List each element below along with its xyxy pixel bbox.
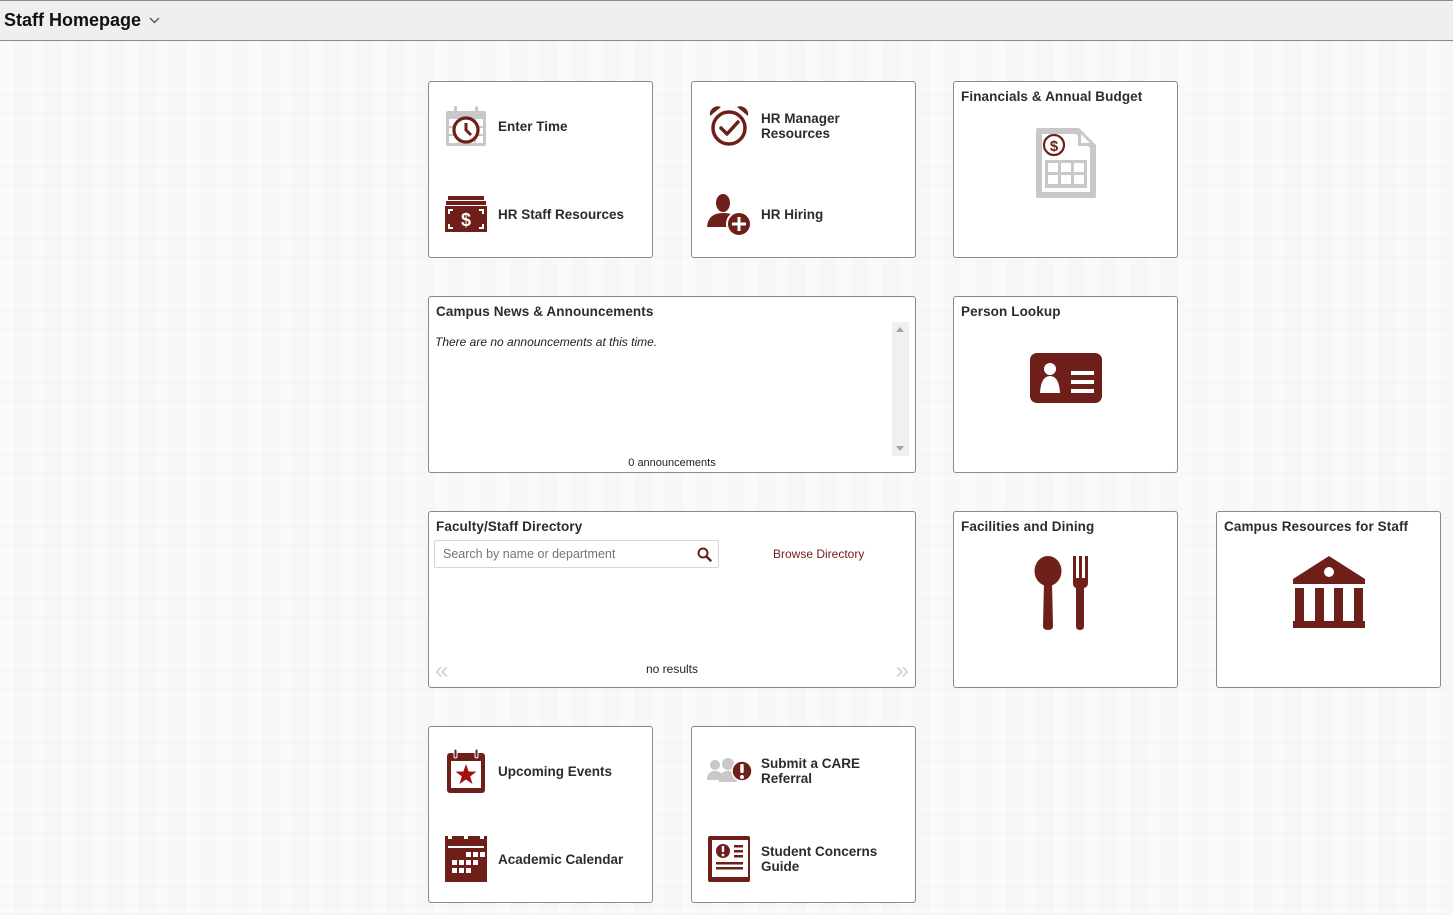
calendar-grid-icon xyxy=(443,836,489,882)
announcements-scrollbar[interactable] xyxy=(892,322,909,456)
link-label: Submit a CARE Referral xyxy=(761,756,861,786)
tile-title: Faculty/Staff Directory xyxy=(436,519,583,534)
tile-title: Campus Resources for Staff xyxy=(1224,519,1409,534)
announcements-empty-message: There are no announcements at this time. xyxy=(435,335,658,349)
link-label: HR Hiring xyxy=(761,206,824,222)
calendar-clock-icon xyxy=(443,103,489,149)
tile-facilities-dining[interactable]: Facilities and Dining xyxy=(953,511,1178,688)
link-hr-staff-resources[interactable]: $ HR Staff Resources xyxy=(443,191,624,237)
tile-events: Upcoming Events Academic Calendar xyxy=(428,726,653,903)
user-add-icon xyxy=(706,191,752,237)
tile-person-lookup[interactable]: Person Lookup xyxy=(953,296,1178,473)
tile-campus-resources-staff[interactable]: Campus Resources for Staff xyxy=(1216,511,1441,688)
tile-title: Financials & Annual Budget xyxy=(961,89,1143,104)
tile-time-hr: Enter Time $ HR Staff Resources xyxy=(428,81,653,258)
link-label: Upcoming Events xyxy=(498,763,613,779)
utensils-icon xyxy=(954,556,1177,630)
scroll-down-icon[interactable] xyxy=(896,446,904,451)
svg-text:$: $ xyxy=(461,210,471,230)
directory-search xyxy=(434,540,719,568)
chevron-down-icon xyxy=(149,17,160,24)
link-label: Student Concerns Guide xyxy=(761,844,878,874)
tile-campus-news: Campus News & Announcements There are no… xyxy=(428,296,916,473)
link-label: HR Staff Resources xyxy=(498,206,625,222)
svg-text:$: $ xyxy=(1049,138,1058,155)
scroll-up-icon[interactable] xyxy=(896,327,904,332)
link-student-concerns-guide[interactable]: Student Concerns Guide xyxy=(706,836,881,882)
link-enter-time[interactable]: Enter Time xyxy=(443,103,568,149)
id-card-icon xyxy=(954,353,1177,403)
money-stack-icon: $ xyxy=(443,191,489,237)
page-header: Staff Homepage xyxy=(0,0,1453,41)
group-alert-icon xyxy=(706,748,752,794)
alert-document-icon xyxy=(706,836,752,882)
next-page-button[interactable]: » xyxy=(896,659,909,683)
directory-results-status: no results xyxy=(645,662,699,676)
tile-financials[interactable]: Financials & Annual Budget $ xyxy=(953,81,1178,258)
tile-title: Campus News & Announcements xyxy=(436,304,654,319)
homepage-selector[interactable]: Staff Homepage xyxy=(4,10,160,31)
link-label: Enter Time xyxy=(498,118,568,134)
calendar-star-icon xyxy=(443,748,489,794)
link-academic-calendar[interactable]: Academic Calendar xyxy=(443,836,623,882)
link-upcoming-events[interactable]: Upcoming Events xyxy=(443,748,612,794)
directory-search-input[interactable] xyxy=(435,541,690,567)
link-hr-manager-resources[interactable]: HR Manager Resources xyxy=(706,103,871,149)
page-title: Staff Homepage xyxy=(4,10,142,30)
link-hr-hiring[interactable]: HR Hiring xyxy=(706,191,823,237)
browse-directory-link[interactable]: Browse Directory xyxy=(773,547,864,561)
alarm-check-icon xyxy=(706,103,752,149)
tile-title: Facilities and Dining xyxy=(961,519,1095,534)
link-submit-care-referral[interactable]: Submit a CARE Referral xyxy=(706,748,871,794)
institution-icon xyxy=(1217,556,1440,630)
tile-faculty-staff-directory: Faculty/Staff Directory Browse Directory… xyxy=(428,511,916,688)
link-label: Academic Calendar xyxy=(498,851,624,867)
link-label: HR Manager Resources xyxy=(761,111,840,141)
tile-hr-manager: HR Manager Resources HR Hiring xyxy=(691,81,916,258)
tile-care: Submit a CARE Referral Student Concerns … xyxy=(691,726,916,903)
announcements-count: 0 announcements xyxy=(628,457,716,469)
budget-document-icon: $ xyxy=(954,126,1177,200)
search-icon[interactable] xyxy=(690,547,718,562)
tile-title: Person Lookup xyxy=(961,304,1061,319)
